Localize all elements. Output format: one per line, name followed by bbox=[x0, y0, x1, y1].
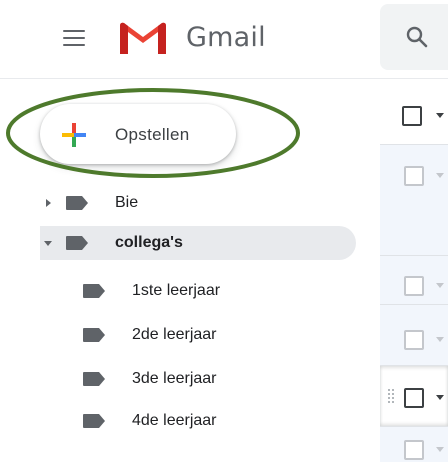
sidebar-item-label: 1ste leerjaar bbox=[132, 282, 221, 299]
collapse-arrow-icon[interactable] bbox=[44, 241, 52, 246]
label-icon bbox=[83, 414, 105, 428]
sidebar-item-3de-leerjaar[interactable]: 3de leerjaar bbox=[40, 362, 356, 396]
sidebar-item-label: Bie bbox=[115, 194, 139, 211]
message-row[interactable] bbox=[380, 145, 448, 255]
header-divider bbox=[0, 78, 448, 79]
row-checkbox[interactable] bbox=[404, 166, 424, 186]
drag-handle-icon[interactable] bbox=[388, 389, 396, 403]
select-all-checkbox[interactable] bbox=[402, 106, 422, 126]
sidebar-item-1ste-leerjaar[interactable]: 1ste leerjaar bbox=[40, 274, 356, 308]
sidebar-item-4de-leerjaar[interactable]: 4de leerjaar bbox=[40, 404, 356, 438]
row-checkbox[interactable] bbox=[404, 388, 424, 408]
row-checkbox[interactable] bbox=[404, 440, 424, 460]
sidebar-item-bie[interactable]: Bie bbox=[40, 186, 356, 220]
gmail-logo[interactable] bbox=[116, 20, 170, 56]
gmail-wordmark: Gmail bbox=[186, 22, 266, 53]
hamburger-menu-icon bbox=[63, 30, 85, 32]
label-icon bbox=[83, 372, 105, 386]
select-dropdown-icon[interactable] bbox=[436, 113, 444, 118]
star-dropdown-icon bbox=[436, 173, 444, 178]
sidebar-item-label: 2de leerjaar bbox=[132, 326, 217, 343]
sidebar-item-label: 4de leerjaar bbox=[132, 412, 217, 429]
label-icon bbox=[83, 328, 105, 342]
sidebar-item-collegas[interactable]: collega's bbox=[40, 226, 356, 260]
sidebar-item-label: collega's bbox=[115, 234, 183, 251]
label-icon bbox=[66, 196, 88, 210]
row-checkbox[interactable] bbox=[404, 276, 424, 296]
expand-arrow-icon[interactable] bbox=[46, 199, 51, 207]
message-list bbox=[380, 80, 448, 462]
label-icon bbox=[83, 284, 105, 298]
highlight-annotation-ellipse bbox=[6, 88, 300, 178]
main-menu-button[interactable] bbox=[63, 28, 87, 48]
label-icon bbox=[66, 236, 88, 250]
row-checkbox[interactable] bbox=[404, 330, 424, 350]
sidebar-item-2de-leerjaar[interactable]: 2de leerjaar bbox=[40, 318, 356, 352]
sidebar-item-label: 3de leerjaar bbox=[132, 370, 217, 387]
search-icon[interactable] bbox=[404, 24, 430, 50]
